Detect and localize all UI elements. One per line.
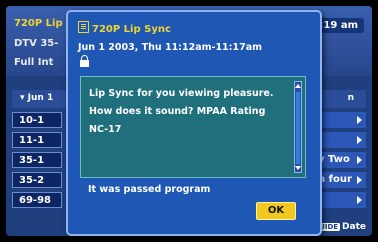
arrow-right-icon — [357, 136, 362, 144]
channel-cell[interactable]: 10-1 — [12, 112, 62, 128]
document-icon — [78, 21, 89, 33]
arrow-right-icon — [357, 196, 362, 204]
scroll-thumb[interactable] — [296, 92, 300, 164]
guide-channel-title: 720P Lip — [14, 18, 63, 29]
arrow-right-icon — [357, 176, 362, 184]
guide-footer-label: Date — [342, 222, 366, 232]
description-box[interactable]: Lip Sync for you viewing pleasure. How d… — [80, 76, 306, 178]
lock-icon — [80, 55, 89, 67]
dialog-time: Jun 1 2003, Thu 11:12am-11:17am — [78, 42, 262, 53]
guide-channel-sub: DTV 35- — [14, 38, 59, 49]
dialog-title: 720P Lip Sync — [78, 21, 171, 35]
guide-full-info: Full Int — [14, 57, 54, 68]
guide-date[interactable]: ▾ Jun 1 — [20, 93, 53, 103]
guide-date-label: Jun 1 — [27, 93, 54, 103]
program-title: y Two — [318, 154, 350, 165]
ok-button[interactable]: OK — [256, 202, 296, 220]
arrow-right-icon — [357, 156, 362, 164]
status-text: It was passed program — [88, 184, 211, 195]
scroll-up-icon[interactable] — [295, 84, 301, 88]
description-scrollbar[interactable] — [294, 81, 302, 173]
channel-cell[interactable]: 69-98 — [12, 192, 62, 208]
description-text: Lip Sync for you viewing pleasure. How d… — [89, 88, 274, 135]
arrow-right-icon — [357, 116, 362, 124]
program-title: n four — [318, 174, 352, 185]
scroll-down-icon[interactable] — [295, 166, 301, 170]
channel-cell[interactable]: 35-1 — [12, 152, 62, 168]
program-info-dialog: 720P Lip Sync Jun 1 2003, Thu 11:12am-11… — [66, 10, 322, 236]
channel-cell[interactable]: 11-1 — [12, 132, 62, 148]
tv-screen: 720P Lip DTV 35- Full Int 11:19 am ▾ Jun… — [0, 0, 378, 242]
guide-date-right: n — [347, 93, 354, 103]
channel-cell[interactable]: 35-2 — [12, 172, 62, 188]
dialog-title-text: 720P Lip Sync — [92, 24, 171, 35]
